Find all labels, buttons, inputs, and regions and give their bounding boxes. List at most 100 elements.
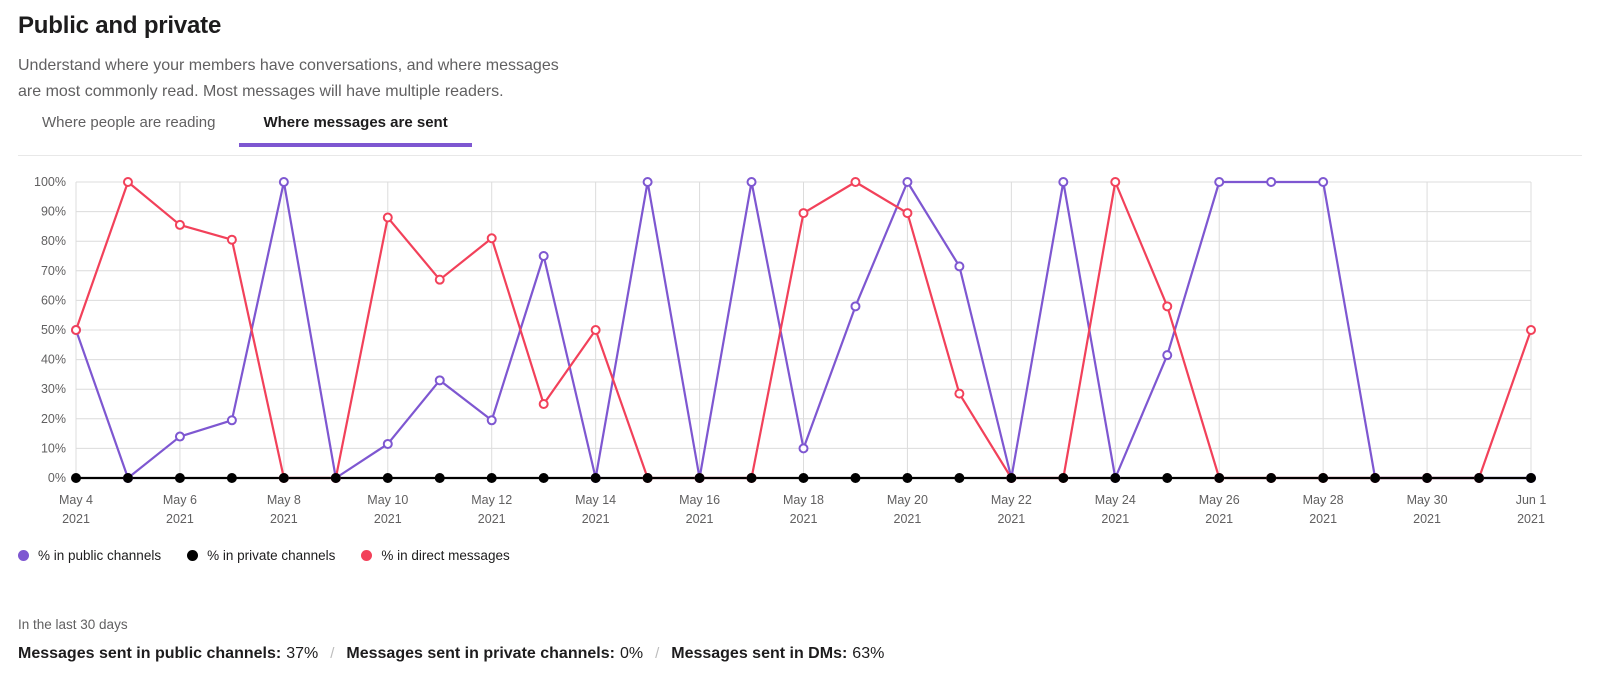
data-point[interactable] [590,325,601,335]
data-point[interactable] [1214,473,1225,483]
data-point[interactable] [538,399,549,409]
x-axis-tick-label: May 4 [59,493,93,507]
y-axis-tick-label: 10% [41,441,66,455]
legend-label-public: % in public channels [38,548,162,563]
x-axis-tick-year-label: 2021 [1101,512,1129,526]
data-point[interactable] [1526,473,1536,483]
stat-dms-label: Messages sent in DMs: [671,645,848,662]
data-point[interactable] [1162,350,1173,361]
data-point[interactable] [954,261,965,272]
data-point[interactable] [902,177,913,187]
data-point[interactable] [174,431,185,442]
data-point[interactable] [382,212,393,223]
data-point[interactable] [1318,177,1329,187]
x-axis-tick-year-label: 2021 [62,512,90,526]
data-point[interactable] [1058,473,1069,483]
y-axis-tick-label: 90% [41,205,66,219]
data-point[interactable] [226,473,237,483]
legend-item-dm[interactable]: % in direct messages [361,548,510,563]
data-point[interactable] [1266,177,1277,187]
x-axis-tick-label: May 18 [783,493,824,507]
data-point[interactable] [486,233,497,244]
data-point[interactable] [382,438,393,449]
data-point[interactable] [174,219,185,230]
data-point[interactable] [486,415,497,426]
data-point[interactable] [71,325,81,335]
data-point[interactable] [798,473,809,483]
data-point[interactable] [642,177,653,187]
subtitle-line-1: Understand where your members have conve… [18,57,559,74]
data-point[interactable] [434,473,445,483]
legend-dot-public-icon [18,550,29,561]
data-point[interactable] [902,208,913,219]
data-point[interactable] [1370,473,1381,483]
subtitle-line-2: are most commonly read. Most messages wi… [18,83,504,100]
x-axis-tick-label: May 24 [1095,493,1136,507]
legend-item-private[interactable]: % in private channels [187,548,335,563]
data-point[interactable] [1110,473,1121,483]
y-axis-tick-label: 60% [41,293,66,307]
tab-where-messages-are-sent[interactable]: Where messages are sent [239,110,472,147]
data-point[interactable] [122,177,133,187]
data-point[interactable] [382,473,393,483]
data-point[interactable] [71,473,81,483]
legend-label-dm: % in direct messages [381,548,510,563]
data-point[interactable] [850,473,861,483]
data-point[interactable] [1058,177,1069,187]
data-point[interactable] [278,473,289,483]
data-point[interactable] [1162,301,1173,312]
data-point[interactable] [538,473,549,483]
data-point[interactable] [746,473,757,483]
data-point[interactable] [486,473,497,483]
x-axis-tick-year-label: 2021 [1309,512,1337,526]
stat-dms-value: 63% [852,645,885,662]
x-axis-tick-year-label: 2021 [374,512,402,526]
x-axis-tick-year-label: 2021 [894,512,922,526]
x-axis-tick-year-label: 2021 [686,512,714,526]
chart-legend: % in public channels % in private channe… [18,548,536,563]
data-point[interactable] [1266,473,1277,483]
y-axis-tick-label: 20% [41,412,66,426]
data-point[interactable] [642,473,653,483]
data-point[interactable] [1214,177,1225,187]
tab-bar: Where people are reading Where messages … [18,110,472,147]
data-point[interactable] [1162,473,1173,483]
data-point[interactable] [954,473,965,483]
legend-item-public[interactable]: % in public channels [18,548,161,563]
data-point[interactable] [902,473,913,483]
tab-where-people-are-reading[interactable]: Where people are reading [18,110,239,147]
data-point[interactable] [694,473,705,483]
data-point[interactable] [330,473,341,483]
y-axis-tick-label: 30% [41,382,66,396]
data-point[interactable] [1422,473,1433,483]
x-axis-tick-label: May 14 [575,493,616,507]
x-axis-tick-label: May 22 [991,493,1032,507]
stat-public-channels: Messages sent in public channels: 37% [18,645,318,663]
data-point[interactable] [1474,473,1485,483]
stat-private-channels: Messages sent in private channels: 0% [346,645,643,663]
data-point[interactable] [850,177,861,187]
data-point[interactable] [122,473,133,483]
y-axis-tick-label: 70% [41,264,66,278]
data-point[interactable] [1110,177,1121,187]
data-point[interactable] [278,177,289,187]
data-point[interactable] [538,251,549,261]
y-axis-tick-label: 0% [48,471,66,485]
data-point[interactable] [798,208,809,219]
footer-stats: Messages sent in public channels: 37% / … [18,645,884,663]
data-point[interactable] [174,473,185,483]
data-point[interactable] [746,177,757,187]
data-point[interactable] [954,388,965,399]
data-point[interactable] [1318,473,1329,483]
data-point[interactable] [590,473,601,483]
data-point[interactable] [226,415,237,426]
data-point[interactable] [1526,325,1536,335]
x-axis-tick-year-label: 2021 [270,512,298,526]
data-point[interactable] [434,375,445,386]
data-point[interactable] [226,234,237,245]
x-axis-tick-label: May 26 [1199,493,1240,507]
data-point[interactable] [1006,473,1017,483]
data-point[interactable] [434,274,445,285]
data-point[interactable] [798,443,809,454]
data-point[interactable] [850,301,861,312]
